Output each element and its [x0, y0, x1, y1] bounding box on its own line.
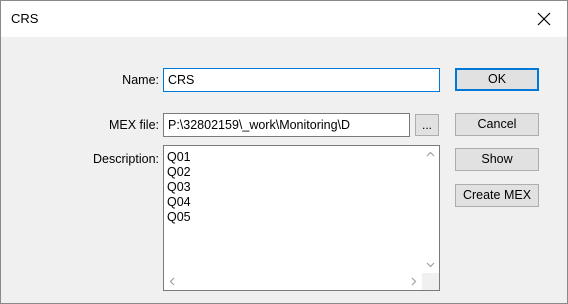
cancel-button[interactable]: Cancel — [455, 113, 539, 136]
title-bar[interactable]: CRS — [1, 1, 567, 37]
description-line: Q04 — [167, 195, 191, 209]
description-label: Description: — [93, 152, 159, 166]
name-input[interactable]: CRS — [163, 68, 440, 92]
window-title: CRS — [11, 11, 39, 26]
scroll-left-icon[interactable] — [164, 273, 181, 290]
scroll-down-icon[interactable] — [422, 256, 439, 273]
description-line: Q01 — [167, 150, 191, 164]
vertical-scrollbar[interactable] — [422, 146, 439, 273]
description-line: Q03 — [167, 180, 191, 194]
close-icon — [537, 12, 551, 26]
create-mex-button[interactable]: Create MEX — [455, 184, 539, 207]
mex-file-label: MEX file: — [108, 118, 159, 132]
scroll-up-icon[interactable] — [422, 146, 439, 163]
close-button[interactable] — [521, 1, 567, 37]
show-button[interactable]: Show — [455, 148, 539, 171]
name-label: Name: — [122, 73, 159, 87]
description-textarea[interactable]: Q01 Q02 Q03 Q04 Q05 — [163, 145, 440, 291]
mex-file-input[interactable]: P:\32802159\_work\Monitoring\D — [163, 113, 410, 137]
ok-button[interactable]: OK — [455, 68, 539, 91]
scroll-right-icon[interactable] — [405, 273, 422, 290]
description-line: Q02 — [167, 165, 191, 179]
browse-button[interactable]: ... — [415, 114, 439, 136]
crs-dialog: CRS Name: CRS MEX file: P:\32802159\_wor… — [0, 0, 568, 304]
scroll-corner — [422, 273, 439, 290]
description-line: Q05 — [167, 210, 191, 224]
horizontal-scrollbar[interactable] — [164, 273, 422, 290]
description-lines: Q01 Q02 Q03 Q04 Q05 — [167, 150, 191, 225]
